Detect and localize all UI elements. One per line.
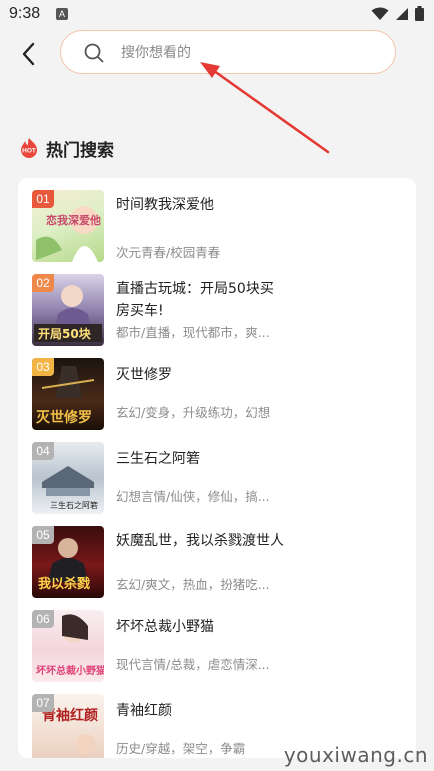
book-tags: 次元青春/校园青春	[116, 245, 221, 260]
book-title: 三生石之阿箬	[116, 451, 200, 467]
book-tags: 幻想言情/仙侠，修仙，搞...	[116, 489, 270, 504]
watermark: youxiwang.cn	[283, 743, 428, 767]
hot-search-list: 恋我深爱他 01 时间教我深爱他 次元青春/校园青春 开局50块 02 直播古玩…	[18, 178, 416, 758]
cover-title-text: 开局50块	[38, 326, 92, 341]
rank-badge: 06	[32, 610, 54, 628]
book-cover: 坏坏总裁小野猫 06	[32, 610, 104, 682]
list-item[interactable]: 坏坏总裁小野猫 06 坏坏总裁小野猫 现代言情/总裁，虐恋情深...	[32, 610, 402, 684]
book-cover: 灭世修罗 03	[32, 358, 104, 430]
annotation-arrow	[200, 62, 330, 154]
cover-title-text: 坏坏总裁小野猫	[36, 664, 104, 677]
rank-badge: 02	[32, 274, 54, 292]
book-tags: 玄幻/变身，升级练功，幻想	[116, 405, 271, 420]
book-tags: 玄幻/爽文，热血，扮猪吃...	[116, 577, 270, 592]
book-title: 时间教我深爱他	[116, 197, 214, 213]
rank-badge: 07	[32, 694, 54, 712]
wifi-icon	[371, 7, 389, 20]
status-bar: 9:38 A	[0, 0, 434, 30]
book-title: 青袖红颜	[116, 703, 172, 719]
rank-badge: 05	[32, 526, 54, 544]
hot-search-header: HOT 热门搜索	[18, 134, 114, 162]
book-cover: 开局50块 02	[32, 274, 104, 346]
book-title: 灭世修罗	[116, 367, 172, 383]
status-time: 9:38	[9, 5, 41, 22]
book-cover: 恋我深爱他 01	[32, 190, 104, 262]
hot-flame-icon: HOT	[21, 138, 37, 158]
rank-badge: 01	[32, 190, 54, 208]
cover-title-text: 灭世修罗	[35, 409, 92, 426]
book-tags: 现代言情/总裁，虐恋情深...	[116, 657, 270, 672]
book-tags: 都市/直播，现代都市，爽...	[116, 325, 270, 340]
back-button[interactable]	[16, 40, 44, 68]
chevron-left-icon	[22, 42, 35, 66]
list-item[interactable]: 灭世修罗 03 灭世修罗 玄幻/变身，升级练功，幻想	[32, 358, 402, 432]
notification-a-icon: A	[56, 8, 68, 20]
book-title: 坏坏总裁小野猫	[116, 619, 214, 635]
hot-badge-text: HOT	[22, 148, 36, 155]
book-cover: 我以杀戮 05	[32, 526, 104, 598]
list-item[interactable]: 恋我深爱他 01 时间教我深爱他 次元青春/校园青春	[32, 190, 402, 264]
status-icons	[371, 6, 424, 21]
book-cover: 青袖红颜 07	[32, 694, 104, 758]
cover-title-text: 三生石之阿箬	[50, 500, 98, 510]
cover-title-text: 我以杀戮	[38, 576, 90, 592]
rank-badge: 03	[32, 358, 54, 376]
list-item[interactable]: 三生石之阿箬 04 三生石之阿箬 幻想言情/仙侠，修仙，搞...	[32, 442, 402, 516]
signal-icon	[396, 7, 408, 20]
cover-title-text: 恋我深爱他	[46, 213, 101, 227]
section-title: 热门搜索	[46, 140, 114, 161]
search-icon	[84, 43, 104, 63]
book-cover: 三生石之阿箬 04	[32, 442, 104, 514]
book-title: 直播古玩城：开局50块买房买车!	[116, 281, 274, 319]
book-title: 妖魔乱世，我以杀戮渡世人	[116, 533, 284, 549]
battery-icon	[415, 6, 424, 21]
list-item[interactable]: 我以杀戮 05 妖魔乱世，我以杀戮渡世人 玄幻/爽文，热血，扮猪吃...	[32, 526, 402, 600]
book-tags: 历史/穿越，架空，争霸	[116, 741, 246, 756]
list-item[interactable]: 开局50块 02 直播古玩城：开局50块买房买车! 都市/直播，现代都市，爽..…	[32, 274, 402, 348]
rank-badge: 04	[32, 442, 54, 460]
